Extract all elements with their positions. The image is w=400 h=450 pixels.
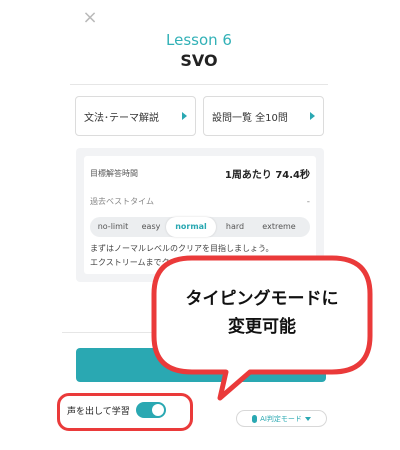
ai-mode-dropdown[interactable]: AI判定モード [236, 410, 327, 427]
info-card-inner: 目標解答時間 1周あたり 74.4秒 過去ベストタイム - no-limit e… [84, 156, 316, 274]
microphone-icon [252, 414, 258, 423]
question-list-button[interactable]: 設問一覧 全10問 [203, 96, 324, 136]
best-time-label: 過去ベストタイム [90, 197, 154, 206]
difficulty-option-extreme[interactable]: extreme [254, 217, 304, 237]
difficulty-note-line: エクストリームまでクリアできたら完璧です。 [90, 258, 257, 267]
chevron-right-icon [310, 112, 315, 120]
start-button[interactable] [76, 348, 326, 382]
chevron-right-icon [182, 112, 187, 120]
best-time-row: 過去ベストタイム - [90, 196, 310, 207]
difficulty-note: まずはノーマルレベルのクリアを目指しましょう。 エクストリームまでクリアできたら… [90, 242, 310, 270]
difficulty-note-line: まずはノーマルレベルのクリアを目指しましょう。 [90, 244, 274, 253]
difficulty-option-normal[interactable]: normal [166, 217, 216, 237]
callout-line: 変更可能 [228, 317, 296, 337]
caret-down-icon [304, 416, 311, 421]
difficulty-option-hard[interactable]: hard [216, 217, 254, 237]
divider [70, 84, 328, 85]
question-list-label: 設問一覧 全10問 [212, 112, 288, 124]
lesson-number: Lesson 6 [166, 31, 232, 49]
best-time-value: - [306, 196, 310, 207]
callout-line: タイピングモードに [185, 289, 339, 309]
grammar-explanation-label: 文法･テーマ解説 [84, 112, 159, 124]
target-time-value: 1周あたり 74.4秒 [224, 170, 310, 181]
voice-toggle-highlight [57, 393, 193, 431]
difficulty-option-easy[interactable]: easy [136, 217, 166, 237]
info-card: 目標解答時間 1周あたり 74.4秒 過去ベストタイム - no-limit e… [76, 148, 324, 282]
close-button[interactable]: × [80, 8, 100, 28]
callout-text: タイピングモードに 変更可能 [160, 285, 364, 341]
page-title: SVO [180, 51, 218, 70]
difficulty-selector: no-limit easy normal hard extreme [90, 217, 310, 237]
difficulty-option-no-limit[interactable]: no-limit [90, 217, 136, 237]
target-time-label: 目標解答時間 [90, 169, 138, 178]
ai-mode-label: AI判定モード [260, 414, 302, 423]
grammar-explanation-button[interactable]: 文法･テーマ解説 [75, 96, 196, 136]
close-icon: × [82, 7, 98, 28]
target-time-row: 目標解答時間 1周あたり 74.4秒 [90, 166, 310, 181]
